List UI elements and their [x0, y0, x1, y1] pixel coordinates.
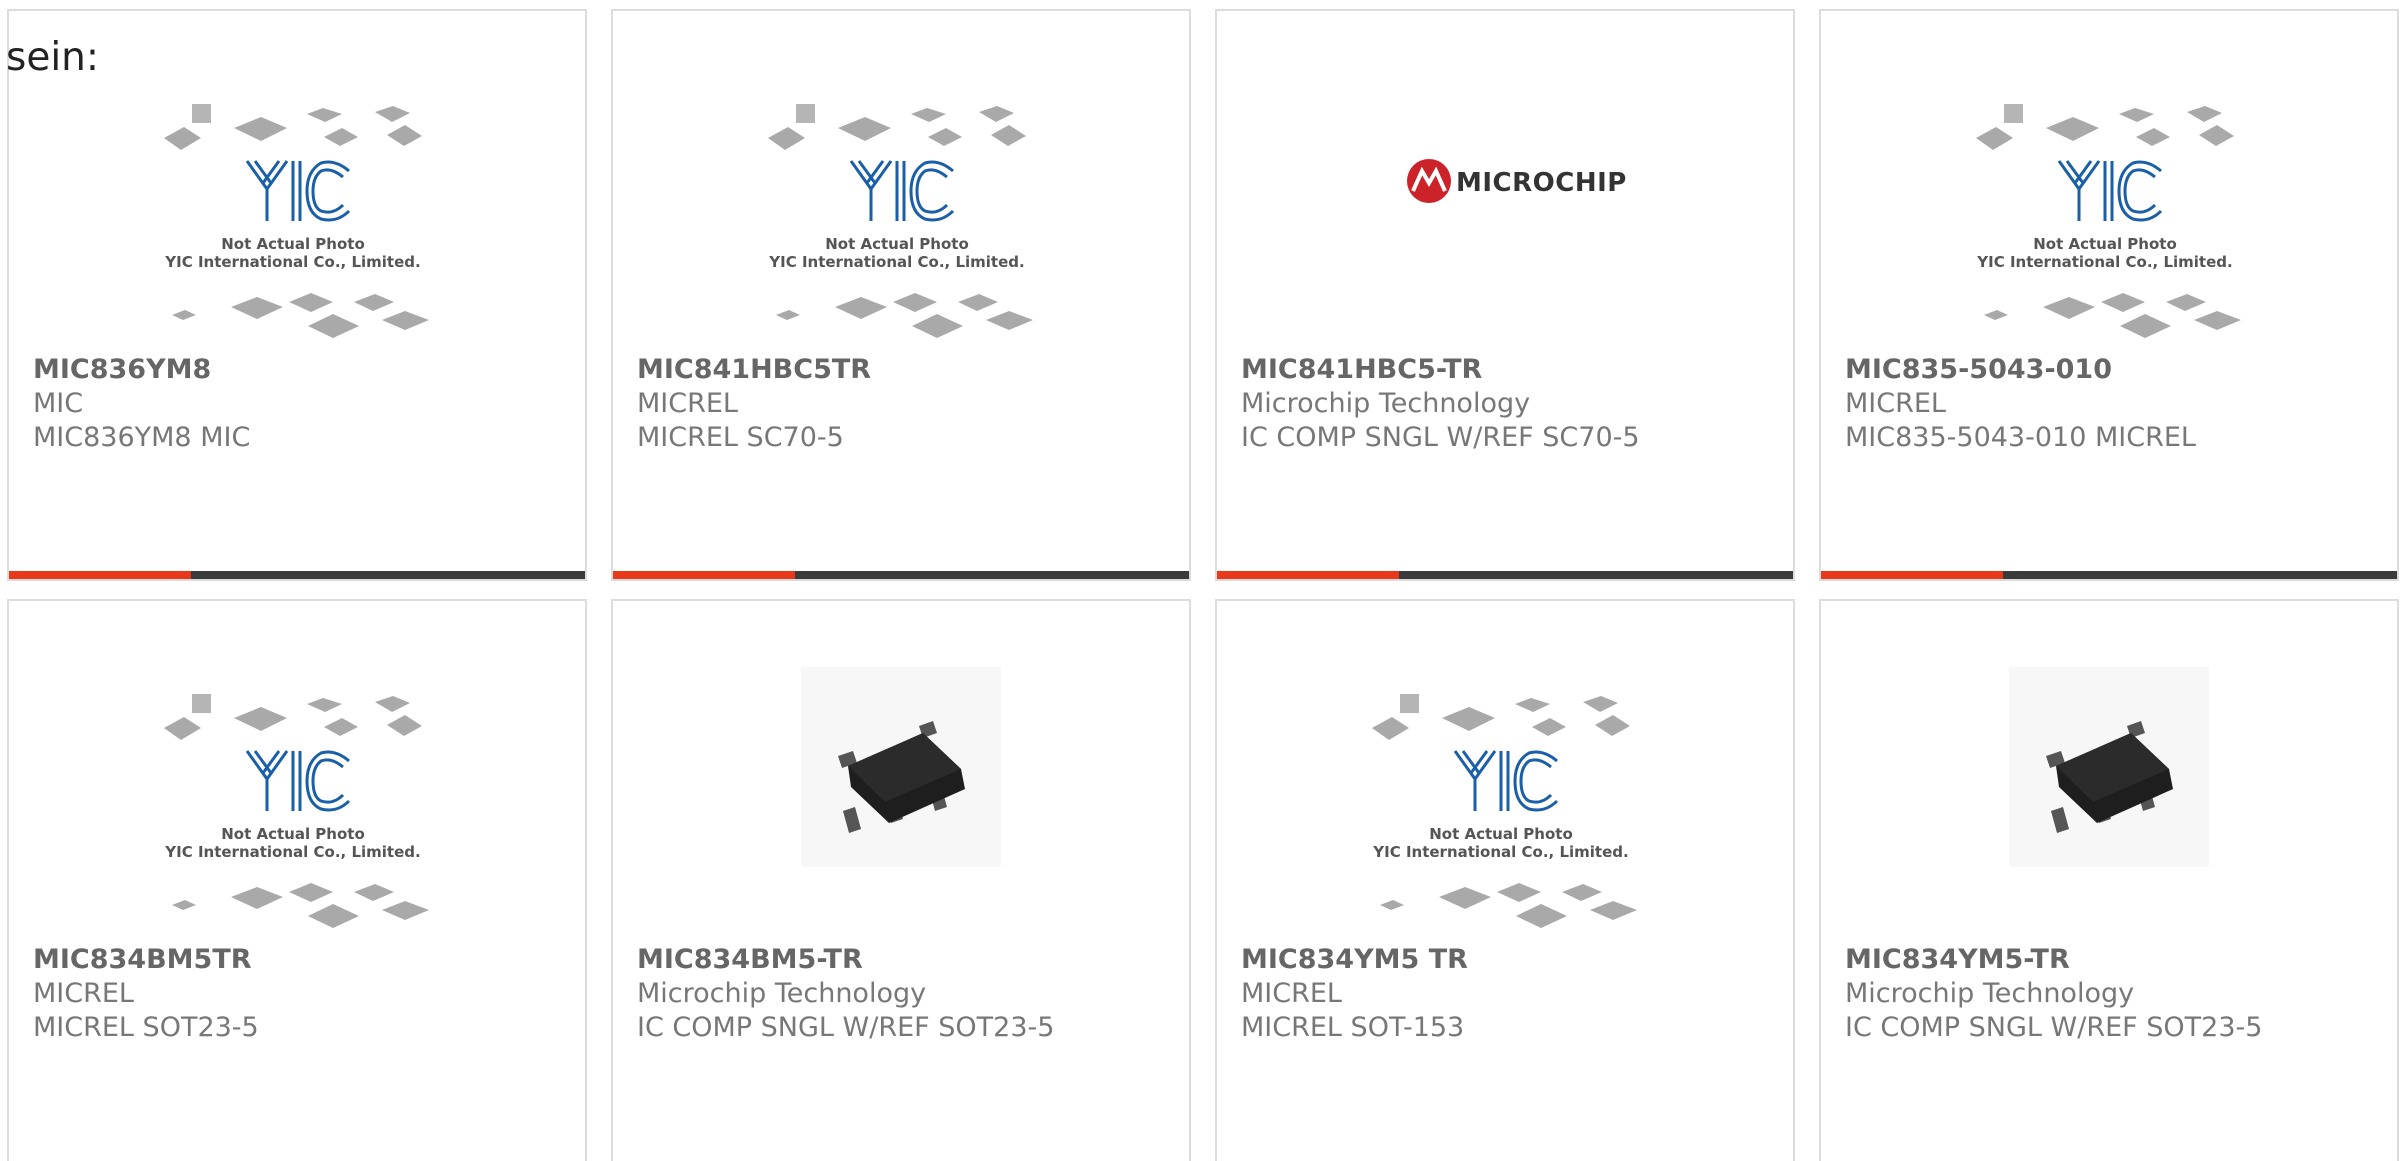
brand-label: Microchip Technology — [637, 978, 927, 1009]
card-footer-bar — [613, 571, 1189, 579]
svg-text:Not Actual Photo: Not Actual Photo — [825, 235, 969, 253]
product-info: MIC836YM8 MIC MIC836YM8 MIC — [33, 353, 575, 455]
svg-text:Not Actual Photo: Not Actual Photo — [1429, 825, 1573, 843]
product-card[interactable]: MIC834BM5-TR Microchip Technology IC COM… — [611, 599, 1191, 1161]
accent-segment — [1821, 571, 2003, 579]
brand-label: MICREL — [1241, 978, 1342, 1009]
accent-segment — [1217, 571, 1399, 579]
product-info: MIC834BM5-TR Microchip Technology IC COM… — [637, 943, 1179, 1045]
description-label: IC COMP SNGL W/REF SOT23-5 — [1845, 1012, 2263, 1043]
product-info: MIC841HBC5TR MICREL MICREL SC70-5 — [637, 353, 1179, 455]
product-card[interactable]: Not Actual Photo YIC International Co., … — [1819, 9, 2399, 581]
svg-text:YIC International Co., Limited: YIC International Co., Limited. — [1372, 843, 1628, 861]
accent-segment — [9, 571, 191, 579]
product-info: MIC834YM5 TR MICREL MICREL SOT-153 — [1241, 943, 1783, 1045]
brand-label: MICREL — [33, 978, 134, 1009]
svg-text:YIC International Co., Limited: YIC International Co., Limited. — [768, 253, 1024, 271]
svg-text:YIC International Co., Limited: YIC International Co., Limited. — [1976, 253, 2232, 271]
microchip-logo-image[interactable]: MICROCHIP — [1217, 11, 1793, 346]
part-number-link[interactable]: MIC841HBC5-TR — [1241, 353, 1783, 387]
part-number-link[interactable]: MIC834BM5-TR — [637, 943, 1179, 977]
product-info: MIC835-5043-010 MICREL MIC835-5043-010 M… — [1845, 353, 2387, 455]
description-label: IC COMP SNGL W/REF SC70-5 — [1241, 422, 1640, 453]
brand-label: MIC — [33, 388, 84, 419]
yic-placeholder-image[interactable]: Not Actual Photo YIC International Co., … — [1217, 601, 1793, 936]
yic-placeholder-image[interactable]: Not Actual Photo YIC International Co., … — [613, 11, 1189, 346]
product-info: MIC834BM5TR MICREL MICREL SOT23-5 — [33, 943, 575, 1045]
part-number-link[interactable]: MIC836YM8 — [33, 353, 575, 387]
product-card[interactable]: Not Actual Photo YIC International Co., … — [7, 599, 587, 1161]
card-footer-bar — [1821, 571, 2397, 579]
part-number-link[interactable]: MIC834BM5TR — [33, 943, 575, 977]
part-number-link[interactable]: MIC834YM5 TR — [1241, 943, 1783, 977]
part-number-link[interactable]: MIC835-5043-010 — [1845, 353, 2387, 387]
accent-segment — [613, 571, 795, 579]
yic-placeholder-image[interactable]: Not Actual Photo YIC International Co., … — [9, 601, 585, 936]
description-label: MIC835-5043-010 MICREL — [1845, 422, 2196, 453]
card-footer-bar — [9, 571, 585, 579]
description-label: MIC836YM8 MIC — [33, 422, 251, 453]
part-number-link[interactable]: MIC834YM5-TR — [1845, 943, 2387, 977]
product-card[interactable]: MICROCHIP MIC841HBC5-TR Microchip Techno… — [1215, 9, 1795, 581]
svg-text:Not Actual Photo: Not Actual Photo — [221, 235, 365, 253]
card-footer-bar — [1217, 571, 1793, 579]
brand-label: Microchip Technology — [1241, 388, 1531, 419]
microchip-logo-icon — [1407, 159, 1451, 203]
svg-text:YIC International Co., Limited: YIC International Co., Limited. — [164, 253, 420, 271]
yic-placeholder-image[interactable]: Not Actual Photo YIC International Co., … — [1821, 11, 2397, 346]
sot23-chip-image[interactable] — [613, 601, 1189, 936]
product-card[interactable]: Not Actual Photo YIC International Co., … — [7, 9, 587, 581]
product-grid-page: sein: Not Actual Photo YIC International… — [0, 0, 2400, 1161]
product-info: MIC834YM5-TR Microchip Technology IC COM… — [1845, 943, 2387, 1045]
svg-text:Not Actual Photo: Not Actual Photo — [221, 825, 365, 843]
description-label: MICREL SC70-5 — [637, 422, 844, 453]
description-label: IC COMP SNGL W/REF SOT23-5 — [637, 1012, 1055, 1043]
svg-text:MICROCHIP: MICROCHIP — [1456, 168, 1627, 198]
sot23-chip-image[interactable] — [1821, 601, 2397, 936]
product-card[interactable]: Not Actual Photo YIC International Co., … — [611, 9, 1191, 581]
description-label: MICREL SOT23-5 — [33, 1012, 259, 1043]
product-card[interactable]: Not Actual Photo YIC International Co., … — [1215, 599, 1795, 1161]
product-card[interactable]: MIC834YM5-TR Microchip Technology IC COM… — [1819, 599, 2399, 1161]
svg-text:Not Actual Photo: Not Actual Photo — [2033, 235, 2177, 253]
part-number-link[interactable]: MIC841HBC5TR — [637, 353, 1179, 387]
brand-label: Microchip Technology — [1845, 978, 2135, 1009]
product-info: MIC841HBC5-TR Microchip Technology IC CO… — [1241, 353, 1783, 455]
svg-text:YIC International Co., Limited: YIC International Co., Limited. — [164, 843, 420, 861]
intro-text: sein: — [6, 35, 100, 80]
brand-label: MICREL — [637, 388, 738, 419]
brand-label: MICREL — [1845, 388, 1946, 419]
description-label: MICREL SOT-153 — [1241, 1012, 1465, 1043]
